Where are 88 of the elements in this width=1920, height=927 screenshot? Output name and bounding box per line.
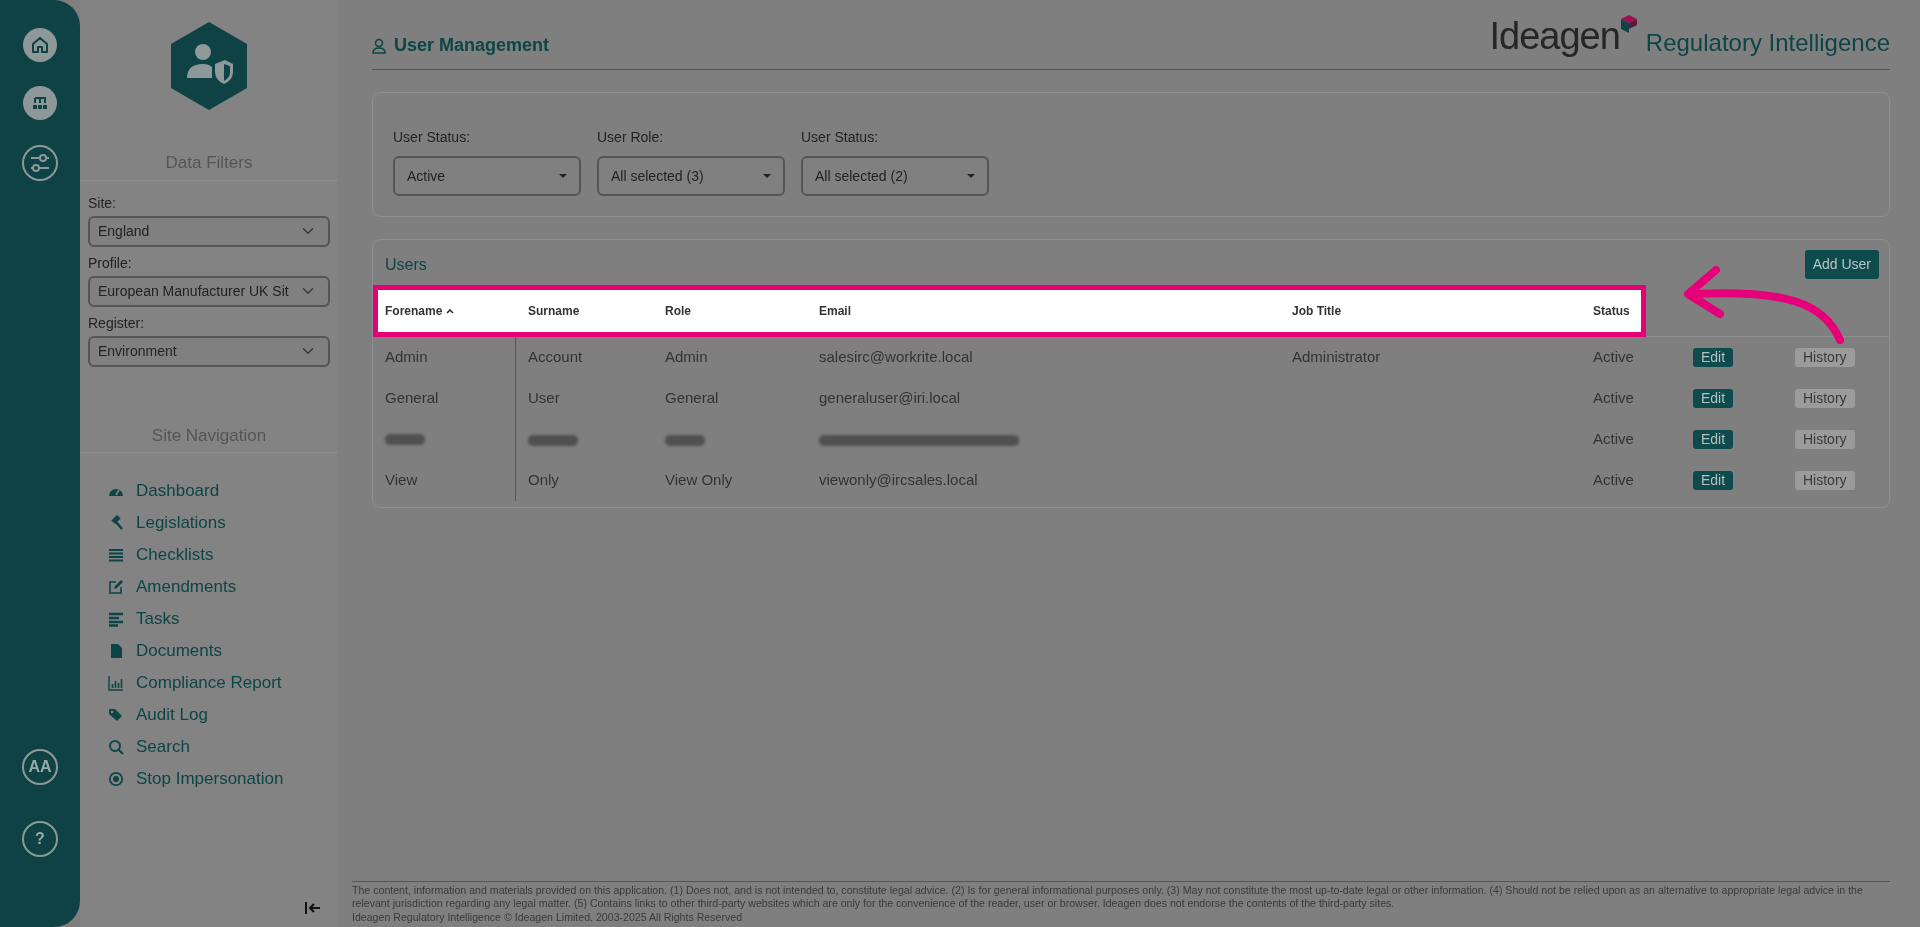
list-icon xyxy=(108,611,124,627)
column-header[interactable]: Email xyxy=(819,302,851,320)
caret-icon xyxy=(967,174,975,178)
history-button[interactable]: History xyxy=(1795,348,1855,368)
edit-button[interactable]: Edit xyxy=(1693,471,1734,491)
column-header[interactable]: Forename xyxy=(385,302,443,320)
home-button[interactable] xyxy=(23,28,57,62)
column-header[interactable]: Role xyxy=(665,302,691,320)
disclaimer-text: The content, information and materials provided on this application. (1) Does not, and is not intended to, constitute legal advice. (2) Is for general informational purposes only. (3) May not constitute the most up-to-date legal or other information. (4) Should not be relied upon as an alternative to appropriate legal advice in the relevant jurisdiction regarding any legal matter. (5) Contains links to other third-party websites which are only for the convenience of the reader, user or browser. Ideagen does not endorse the contents of the third-party sites. xyxy=(352,883,1864,912)
user-icon xyxy=(372,37,386,54)
nav-link[interactable]: Checklists xyxy=(108,539,330,571)
status-text: Active xyxy=(1593,471,1634,489)
table-cell: Account xyxy=(528,348,583,366)
nav-link[interactable]: Legislations xyxy=(108,507,330,539)
home-icon xyxy=(30,35,50,55)
table-cell: User xyxy=(528,389,560,407)
add-user-button[interactable]: Add User xyxy=(1804,250,1879,279)
panel-title: Users xyxy=(385,254,427,275)
document-icon xyxy=(108,643,124,659)
table-cell: Only xyxy=(528,471,559,489)
table-cell: Admin xyxy=(665,348,708,366)
column-header[interactable]: Status xyxy=(1593,302,1630,320)
hierarchy-button[interactable] xyxy=(23,86,57,120)
field-label: Profile: xyxy=(88,253,133,273)
nav-link[interactable]: Compliance Report xyxy=(108,667,330,699)
dropdown-field[interactable]: All selected (3) xyxy=(597,156,785,196)
avatar-button[interactable]: AA xyxy=(22,749,58,785)
field-label: User Status: xyxy=(801,128,880,147)
table-cell-text: Admin xyxy=(385,347,428,368)
select-field[interactable]: European Manufacturer UK Sit xyxy=(88,275,330,307)
copyright-text: Ideagen Regulatory Intelligence © Ideagen Limited. 2003-2025 All Rights Reserved xyxy=(352,911,744,925)
history-button[interactable]: History xyxy=(1795,430,1855,450)
table-cell: General xyxy=(665,389,719,407)
pencil-square-icon xyxy=(108,579,124,595)
list-icon xyxy=(108,547,124,563)
sort-icon[interactable] xyxy=(446,308,455,314)
edit-button[interactable]: Edit xyxy=(1693,348,1734,368)
table-cell: viewonly@ircsales.local xyxy=(819,471,978,489)
nav-link[interactable]: Audit Log xyxy=(108,699,330,731)
field-label: Site: xyxy=(88,193,117,213)
table-cell-text: View xyxy=(385,470,418,491)
nav-link[interactable]: Dashboard xyxy=(108,475,330,507)
table-cell-text: General xyxy=(385,388,439,409)
blurred-text xyxy=(385,434,425,445)
sliders-icon[interactable] xyxy=(21,144,59,182)
hammer-icon xyxy=(108,515,124,531)
table-cell: View Only xyxy=(665,471,733,489)
dropdown-value: All selected (3) xyxy=(611,166,704,186)
status-text: Active xyxy=(1593,348,1634,366)
select-field[interactable]: England xyxy=(88,215,330,247)
blurred-text xyxy=(665,434,705,446)
nav-link[interactable]: Amendments xyxy=(108,571,330,603)
edit-button[interactable]: Edit xyxy=(1693,389,1734,409)
help-button[interactable]: ? xyxy=(22,821,58,857)
bar-chart-icon xyxy=(108,675,124,691)
status-text: Active xyxy=(1593,389,1634,407)
brand-name: Ideagen xyxy=(1489,17,1620,55)
nav-link[interactable]: Tasks xyxy=(108,603,330,635)
dropdown-value: All selected (2) xyxy=(815,166,908,186)
table-cell: Administrator xyxy=(1292,348,1381,366)
hierarchy-icon xyxy=(31,94,49,112)
edit-button[interactable]: Edit xyxy=(1693,430,1734,450)
collapse-icon[interactable] xyxy=(305,901,321,915)
history-button[interactable]: History xyxy=(1795,389,1855,409)
nav-link[interactable]: Documents xyxy=(108,635,330,667)
history-button[interactable]: History xyxy=(1795,471,1855,491)
target-icon xyxy=(108,771,124,787)
field-label: User Status: xyxy=(393,128,472,147)
field-label: Register: xyxy=(88,313,146,333)
product-name: Regulatory Intelligence xyxy=(1645,31,1890,55)
nav-link[interactable]: Stop Impersonation xyxy=(108,763,330,795)
nav-link[interactable]: Search xyxy=(108,731,330,763)
dropdown-field[interactable]: Active xyxy=(393,156,581,196)
page-title: User Management xyxy=(394,34,550,57)
table-cell: salesirc@workrite.local xyxy=(819,348,973,366)
caret-icon xyxy=(763,174,771,178)
column-header[interactable]: Job Title xyxy=(1292,302,1342,320)
dropdown-field[interactable]: All selected (2) xyxy=(801,156,989,196)
search-icon xyxy=(108,739,124,755)
tag-icon xyxy=(108,707,124,723)
blurred-text xyxy=(528,434,578,446)
column-header[interactable]: Surname xyxy=(528,302,580,320)
table-cell: generaluser@iri.local xyxy=(819,389,961,407)
select-field[interactable]: Environment xyxy=(88,335,330,367)
status-text: Active xyxy=(1593,430,1634,448)
caret-icon xyxy=(559,174,567,178)
dropdown-value: Active xyxy=(407,166,446,186)
field-label: User Role: xyxy=(597,128,665,147)
